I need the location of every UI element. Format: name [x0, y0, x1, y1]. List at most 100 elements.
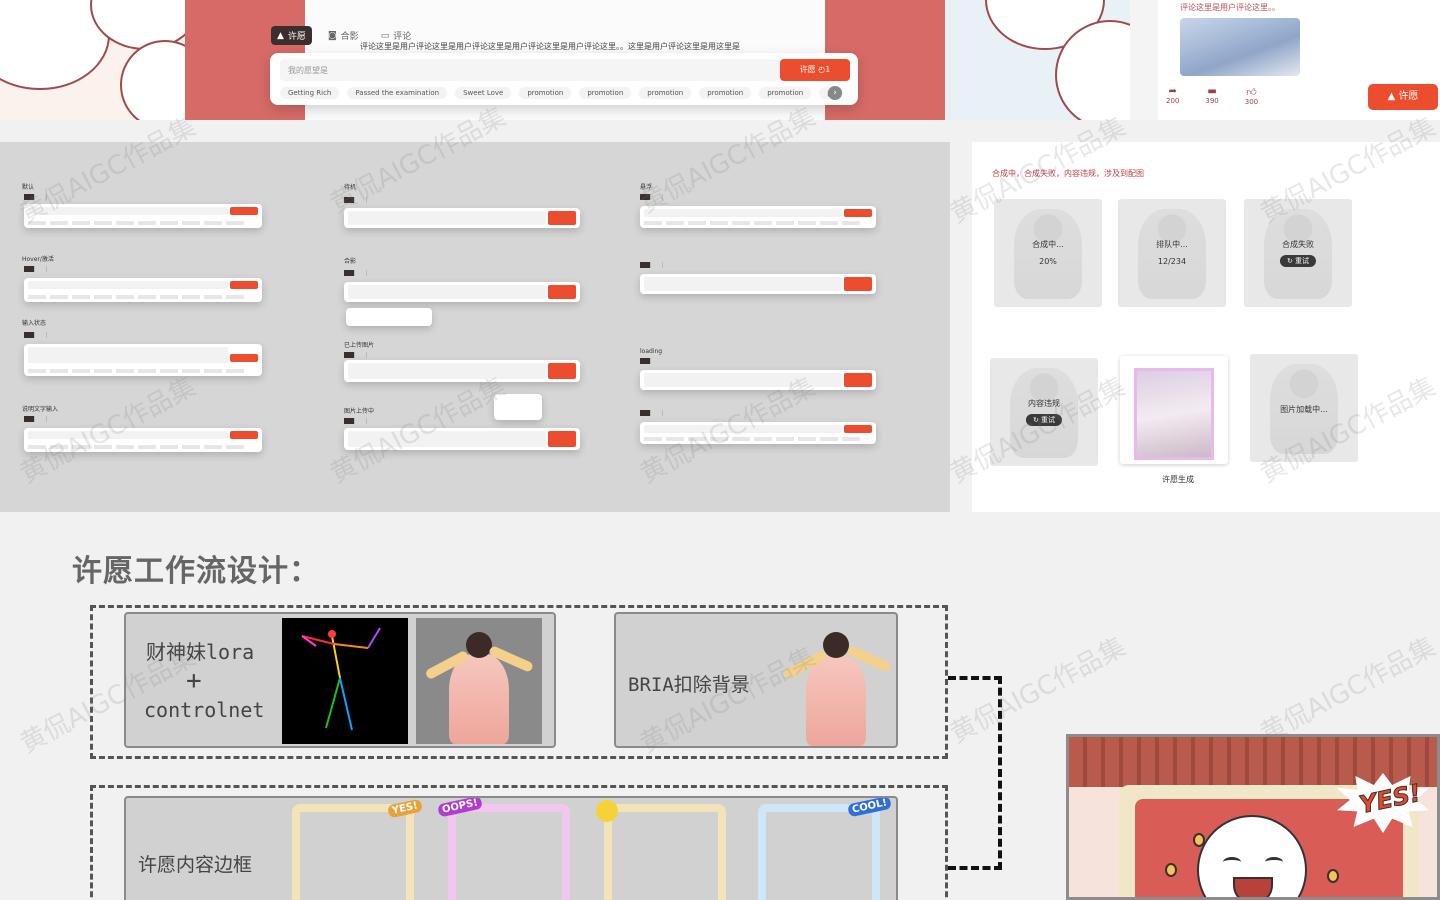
- share-icon: ➦: [1168, 86, 1177, 97]
- retry-button[interactable]: ↻ 重试: [1279, 255, 1317, 267]
- post-stats: ➦ 200 ▬ 390 👍︎ 300: [1166, 86, 1258, 106]
- wish-chip[interactable]: promotion: [579, 87, 632, 99]
- mini-input-card[interactable]: [640, 206, 876, 228]
- mini-tabs: [640, 262, 684, 268]
- bria-card: BRIA扣除背景: [614, 612, 898, 748]
- state-card-queue: 排队中... 12/234: [1118, 199, 1226, 307]
- tab-bar: ▲ 许愿 ◙ 合影 ▭ 评论: [271, 26, 417, 45]
- cloud-illustration-right: [945, 0, 1130, 120]
- workflow-title: 许愿工作流设计：: [72, 554, 320, 589]
- state-label: loading: [640, 348, 663, 355]
- mini-upload-card[interactable]: [344, 360, 580, 382]
- comment-stat[interactable]: ▬ 390: [1205, 86, 1218, 106]
- mini-tabs: [344, 352, 388, 358]
- state-label: Hover/激活: [22, 256, 54, 263]
- coin-icon: [1327, 869, 1339, 883]
- mini-upload-card[interactable]: [344, 282, 580, 302]
- state-card-loading: 图片加载中...: [1250, 354, 1358, 462]
- workflow-connector: [948, 676, 1002, 870]
- mini-input-card[interactable]: [24, 204, 262, 228]
- mini-tabs: [640, 410, 684, 416]
- retry-button[interactable]: ↻ 重试: [1025, 414, 1063, 426]
- frame-text: 许愿内容边框: [138, 854, 253, 876]
- wish-icon: ▲: [277, 30, 284, 41]
- state-label: 说明文字输入: [22, 406, 59, 413]
- comment-icon: ▬: [1207, 86, 1217, 97]
- mini-upload-slot[interactable]: [346, 308, 432, 326]
- character-cutout-image: [776, 618, 896, 746]
- state-card-violation: 内容违规 ↻ 重试: [990, 358, 1098, 466]
- mini-tabs: [640, 194, 684, 200]
- state-label: 待机: [344, 184, 357, 191]
- mini-loading-card[interactable]: [640, 370, 876, 390]
- mini-input-card[interactable]: [24, 278, 262, 302]
- wish-input[interactable]: 我的愿望是: [280, 59, 780, 81]
- plus-text: +: [186, 666, 202, 696]
- share-stat[interactable]: ➦ 200: [1166, 86, 1179, 106]
- state-label: 输入状态: [22, 320, 47, 327]
- mini-tabs: [24, 332, 68, 338]
- frame-card: 许愿内容边框 YES! OOPS! COOL!: [124, 796, 898, 900]
- mini-thumbnails: [494, 394, 542, 420]
- character-image: [416, 618, 542, 744]
- mini-tabs: [24, 194, 68, 200]
- mini-tabs: [24, 416, 68, 422]
- top-strip: 评论这里是用户评论这里是用户评论这里是用户评论这里是用户评论这里。。这里是用户评…: [0, 0, 1440, 120]
- wish-chip[interactable]: promotion: [639, 87, 692, 99]
- mini-input-card[interactable]: [24, 428, 262, 452]
- mini-input-card[interactable]: [640, 422, 876, 444]
- mini-input-card[interactable]: [640, 274, 876, 294]
- yellow-frame: [292, 804, 414, 900]
- mini-upload-card[interactable]: [344, 428, 580, 450]
- lora-card: 财神妹lora + controlnet: [124, 612, 556, 748]
- bria-text: BRIA扣除背景: [628, 674, 750, 696]
- wish-panel: 评论这里是用户评论这里是用户评论这里是用户评论这里是用户评论这里。。这里是用户评…: [185, 0, 945, 120]
- mini-input-card[interactable]: [24, 344, 262, 376]
- wish-chip-row: Getting Rich Passed the examination Swee…: [280, 87, 843, 99]
- wish-chip[interactable]: promotion: [699, 87, 752, 99]
- state-label: 合影: [344, 258, 357, 265]
- camera-icon: ◙: [327, 30, 337, 41]
- mini-tabs: [344, 418, 388, 424]
- done-caption: 许愿生成: [1162, 475, 1194, 484]
- like-icon: 👍︎: [1246, 87, 1257, 98]
- result-scene: YES!: [1066, 734, 1440, 900]
- controlnet-text: controlnet: [144, 698, 265, 722]
- wish-pill-button[interactable]: ▲ 许愿: [1368, 84, 1438, 110]
- cloud-illustration: [0, 0, 185, 120]
- post-text: 评论这里是用户评论这里。。: [1180, 3, 1280, 12]
- state-label: 已上传图片: [344, 342, 375, 349]
- mini-tabs: [344, 270, 388, 276]
- like-stat[interactable]: 👍︎ 300: [1245, 86, 1258, 106]
- pink-frame: [448, 804, 570, 900]
- comment-icon: ▭: [380, 30, 390, 41]
- tab-comment[interactable]: ▭ 评论: [375, 26, 418, 45]
- state-card-done[interactable]: [1120, 356, 1228, 464]
- wish-chip[interactable]: Sweet Love: [455, 87, 512, 99]
- state-label: 悬浮: [640, 184, 653, 191]
- state-sheet: 默认 Hover/激活 输入状态 说明文字输入 待机 合影 已上传图片 图片上传…: [0, 142, 950, 512]
- wish-submit-button[interactable]: 许愿 ◴1: [780, 59, 850, 81]
- state-label: 默认: [22, 184, 35, 191]
- wish-chip[interactable]: promotion: [759, 87, 812, 99]
- mini-tabs: [640, 358, 658, 364]
- lora-text: 财神妹lora: [146, 640, 255, 664]
- wish-chip[interactable]: Getting Rich: [280, 87, 340, 99]
- watermark: 黄侃AIGC作品集: [1255, 631, 1440, 750]
- state-label: 图片上传中: [344, 408, 375, 415]
- wish-chip[interactable]: promotion: [519, 87, 572, 99]
- tab-photo[interactable]: ◙ 合影: [322, 26, 365, 45]
- mini-input-card[interactable]: [344, 208, 580, 228]
- mini-tabs: [24, 266, 68, 272]
- post-image[interactable]: [1180, 18, 1300, 76]
- state-card-generating: 合成中... 20%: [994, 199, 1102, 307]
- chevron-right-icon[interactable]: ›: [828, 86, 842, 100]
- tab-wish[interactable]: ▲ 许愿: [271, 26, 312, 45]
- coin-icon: [1165, 863, 1177, 877]
- wish-chip[interactable]: Passed the examination: [347, 87, 448, 99]
- state-card-failed: 合成失败 ↻ 重试: [1244, 199, 1352, 307]
- cream-frame: [604, 804, 726, 900]
- pose-skeleton-image: [282, 618, 408, 744]
- blue-frame: [758, 804, 880, 900]
- panel-title: 合成中，合成失败，内容违规，涉及到配图: [992, 169, 1144, 178]
